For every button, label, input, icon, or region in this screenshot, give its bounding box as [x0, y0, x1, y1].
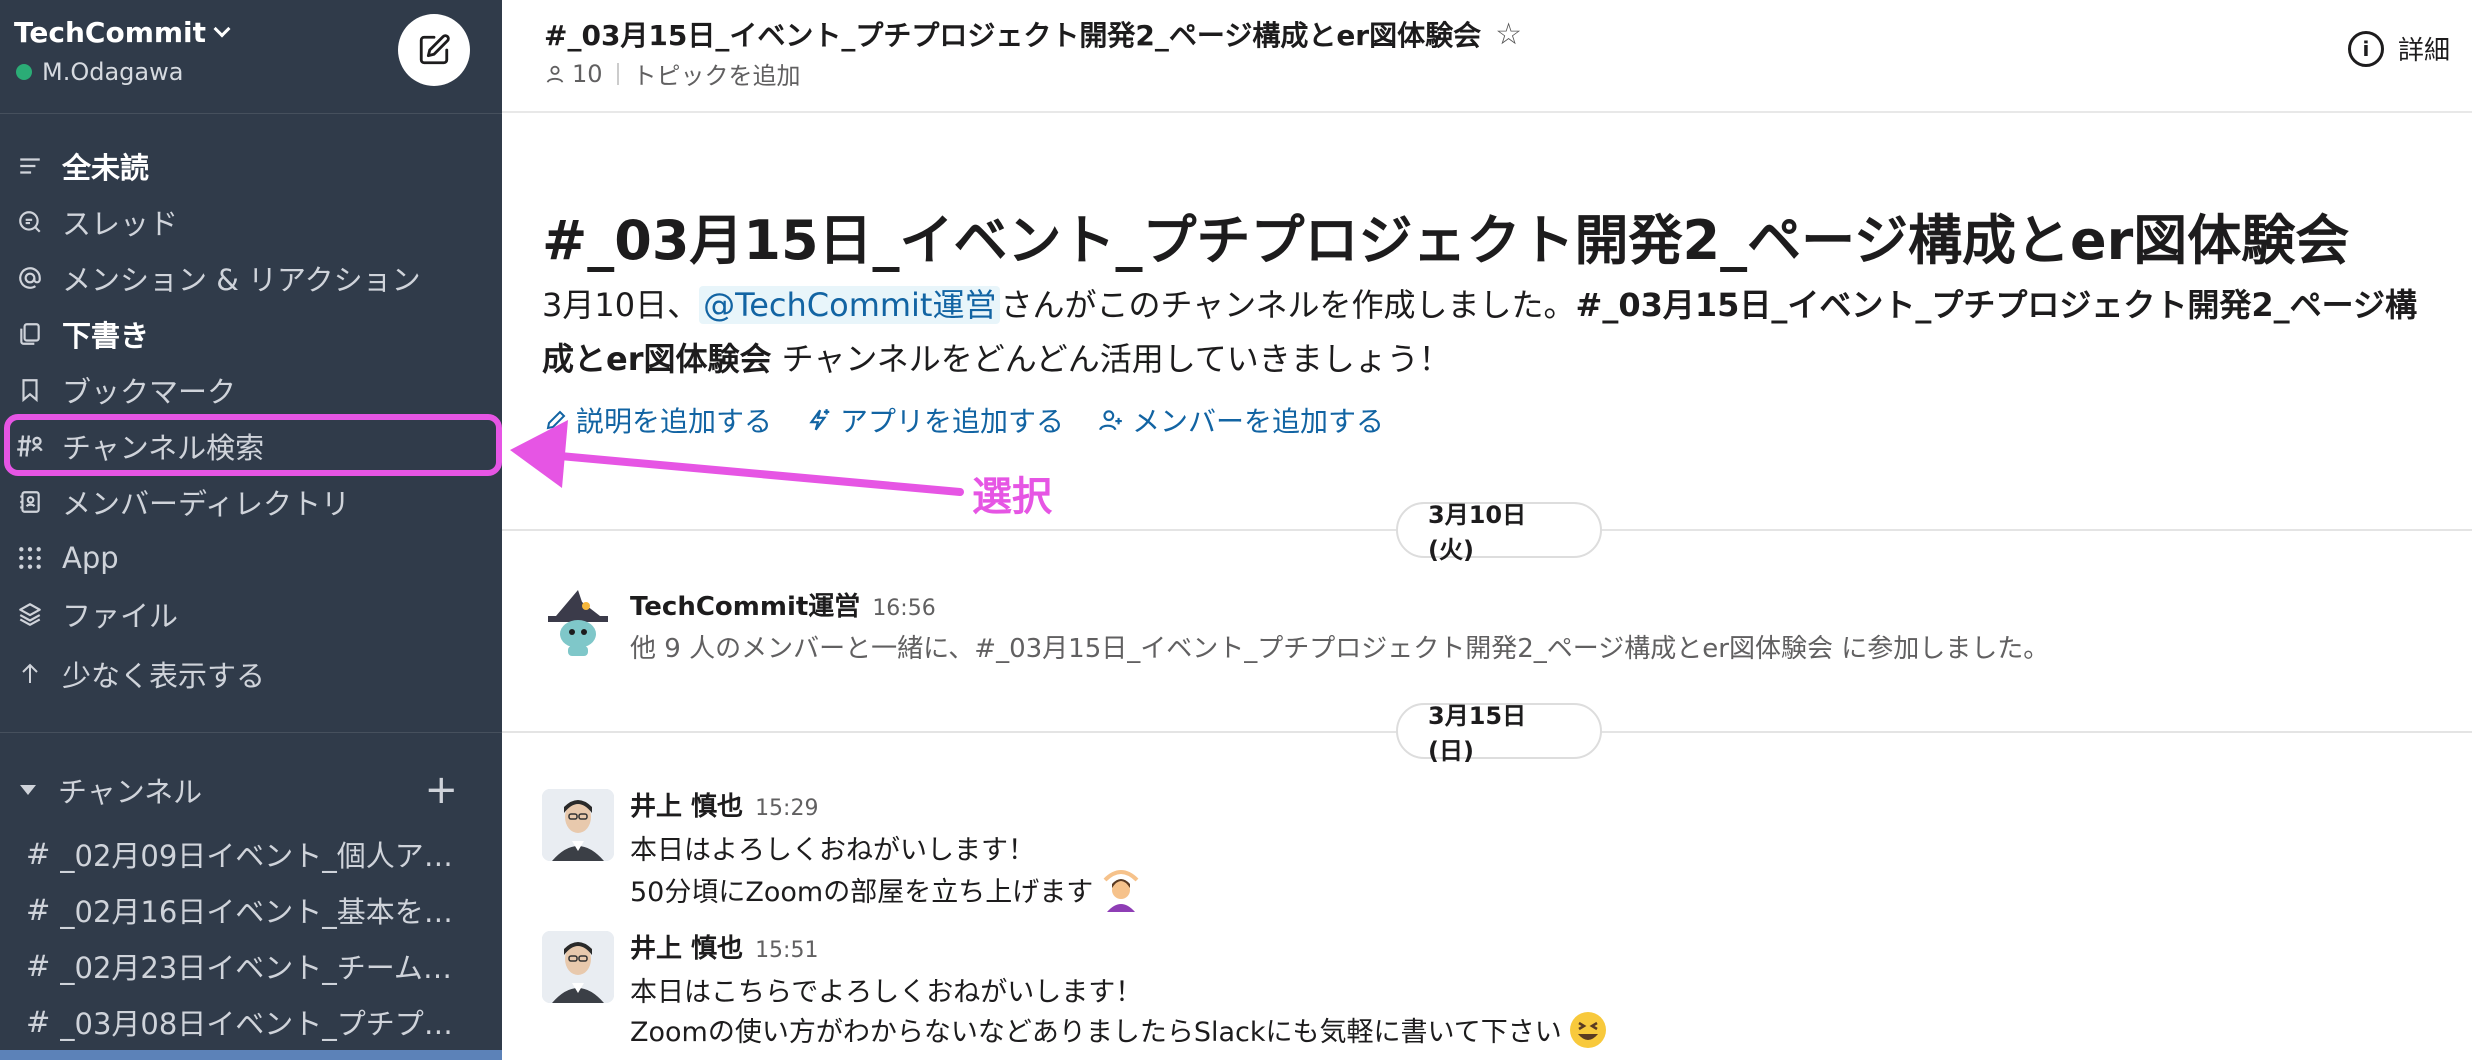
message-timestamp[interactable]: 15:29 [755, 796, 818, 821]
message-line: Zoomの使い方がわからないなどありましたらSlackにも気軽に書いて下さい [630, 1017, 1562, 1048]
message-timestamp[interactable]: 16:56 [872, 596, 935, 621]
date-divider-pill[interactable]: 3月10日 (火) [1396, 501, 1602, 564]
avatar[interactable] [542, 931, 614, 1003]
date-divider-pill[interactable]: 3月15日 (日) [1396, 702, 1602, 765]
avatar[interactable] [542, 586, 614, 658]
message-author[interactable]: 井上 慎也 15:29 [630, 786, 818, 823]
message-text: 50分頃にZoomの部屋を立ち上げます [630, 868, 1143, 919]
user-photo-avatar-icon [542, 931, 614, 1003]
author-name: 井上 慎也 [630, 792, 744, 822]
grinning-squinting-emoji [1568, 1010, 1608, 1057]
message-line: 50分頃にZoomの部屋を立ち上げます [630, 877, 1094, 908]
message-author[interactable]: TechCommit運営 16:56 [630, 586, 936, 623]
message-text: 他 9 人のメンバーと一緒に、#_03月15日_イベント_プチプロジェクト開発2… [630, 634, 2050, 664]
author-name: TechCommit運営 [630, 592, 861, 622]
annotation-label: 選択 [972, 474, 1052, 520]
user-photo-avatar-icon [542, 789, 614, 861]
message-text: 本日はよろしくおねがいします！ [630, 835, 1035, 866]
person-gesturing-ok-emoji [1099, 868, 1143, 919]
message-author[interactable]: 井上 慎也 15:51 [630, 928, 818, 965]
avatar[interactable] [542, 789, 614, 861]
wizard-cat-avatar-icon [548, 590, 608, 656]
author-name: 井上 慎也 [630, 934, 744, 964]
message-text: 本日はこちらでよろしくおねがいします！ [630, 977, 1143, 1008]
message-text: Zoomの使い方がわからないなどありましたらSlackにも気軽に書いて下さい [630, 1010, 1608, 1057]
message-timestamp[interactable]: 15:51 [755, 938, 818, 963]
